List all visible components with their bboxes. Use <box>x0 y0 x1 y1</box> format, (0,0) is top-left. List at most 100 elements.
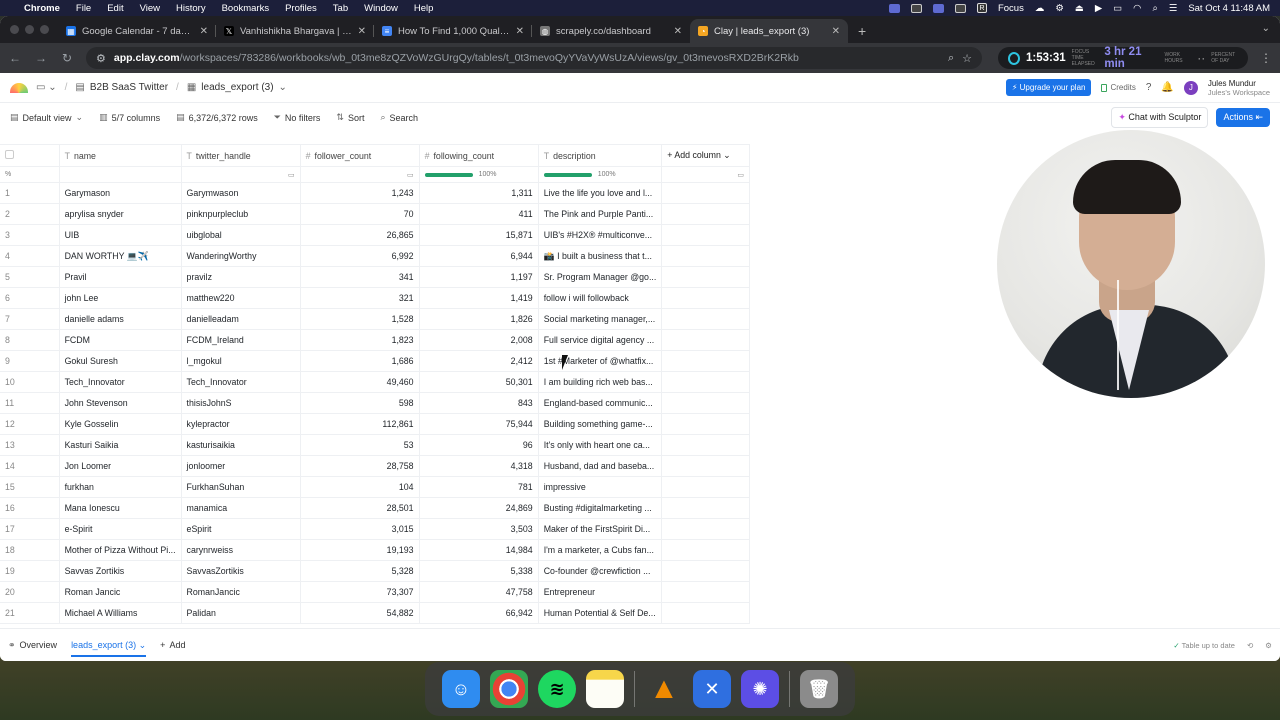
cell-name[interactable]: DAN WORTHY 💻✈️ <box>59 245 182 267</box>
cell-name[interactable]: Roman Jancic <box>59 581 182 603</box>
cell-twitter-handle[interactable]: Palidan <box>181 602 301 624</box>
cell-twitter-handle[interactable]: kasturisaikia <box>181 434 301 456</box>
browser-tab-scrapely[interactable]: ◍ scrapely.co/dashboard ✕ <box>532 19 690 43</box>
rows-button[interactable]: ▤ 6,372/6,372 rows <box>176 112 258 123</box>
select-all-checkbox[interactable] <box>0 144 60 167</box>
table-row[interactable]: 4 DAN WORTHY 💻✈️ WanderingWorthy 6,992 6,944… <box>0 245 750 267</box>
focus-timer-widget[interactable]: 1:53:31 FOCUS TIME ELAPSED 3 hr 21 min W… <box>998 46 1248 70</box>
menubar-datetime[interactable]: Sat Oct 4 11:48 AM <box>1188 3 1270 14</box>
menu-app-name[interactable]: Chrome <box>24 3 60 14</box>
wifi-icon[interactable]: ◠ <box>1133 3 1141 14</box>
cell-follower-count[interactable]: 1,243 <box>300 182 420 204</box>
cell-description[interactable]: 📸 I built a business that t... <box>538 245 663 267</box>
menu-tab[interactable]: Tab <box>333 3 348 14</box>
chrome-menu-icon[interactable]: ⋮ <box>1260 51 1272 65</box>
status-app-icon[interactable] <box>910 3 922 13</box>
cell-name[interactable]: Kasturi Saikia <box>59 434 182 456</box>
cell-twitter-handle[interactable]: RomanJancic <box>181 581 301 603</box>
browser-tab-calendar[interactable]: ▦ Google Calendar - 7 days, st ✕ <box>58 19 216 43</box>
add-column-button[interactable]: + Add column ⌄ <box>661 144 750 167</box>
cell-follower-count[interactable]: 3,015 <box>300 518 420 540</box>
cell-description[interactable]: Live the life you love and l... <box>538 182 663 204</box>
menu-help[interactable]: Help <box>414 3 434 14</box>
cell-description[interactable]: Co-founder @crewfiction ... <box>538 560 663 582</box>
address-bar[interactable]: ⚙ app.clay.com/workspaces/783286/workboo… <box>86 47 982 69</box>
menu-view[interactable]: View <box>140 3 160 14</box>
cell-description[interactable]: I am building rich web bas... <box>538 371 663 393</box>
upload-icon[interactable]: ⏏ <box>1075 3 1084 14</box>
new-tab-button[interactable]: + <box>848 23 876 43</box>
table-row[interactable]: 20 Roman Jancic RomanJancic 73,307 47,758 Ent… <box>0 581 750 603</box>
control-center-icon[interactable]: ☰ <box>1169 3 1178 14</box>
table-row[interactable]: 7 danielle adams danielleadam 1,528 1,826 Soc… <box>0 308 750 330</box>
cell-name[interactable]: Mother of Pizza Without Pi... <box>59 539 182 561</box>
bookmark-star-icon[interactable]: ☆ <box>962 52 972 65</box>
cell-name[interactable]: Jon Loomer <box>59 455 182 477</box>
cell-description[interactable]: Maker of the FirstSpirit Di... <box>538 518 663 540</box>
column-filter-icon[interactable]: ▭ <box>407 171 414 179</box>
focus-label[interactable]: Focus <box>998 3 1024 14</box>
cell-following-count[interactable]: 47,758 <box>419 581 539 603</box>
browser-tab-doc[interactable]: ≡ How To Find 1,000 Qualified ✕ <box>374 19 532 43</box>
cell-description[interactable]: Human Potential & Self De... <box>538 602 663 624</box>
bell-icon[interactable]: 🔔 <box>1161 82 1173 93</box>
webcam-overlay[interactable] <box>997 130 1265 398</box>
table-row[interactable]: 21 Michael A Williams Palidan 54,882 66,942 H… <box>0 602 750 624</box>
cell-following-count[interactable]: 2,412 <box>419 350 539 372</box>
cell-follower-count[interactable]: 321 <box>300 287 420 309</box>
cell-twitter-handle[interactable]: jonloomer <box>181 455 301 477</box>
cell-twitter-handle[interactable]: thisisJohnS <box>181 392 301 414</box>
site-info-icon[interactable]: ⚙ <box>96 52 106 65</box>
cell-name[interactable]: Kyle Gosselin <box>59 413 182 435</box>
cell-follower-count[interactable]: 112,861 <box>300 413 420 435</box>
cell-description[interactable]: Entrepreneur <box>538 581 663 603</box>
cell-follower-count[interactable]: 53 <box>300 434 420 456</box>
cell-twitter-handle[interactable]: Tech_Innovator <box>181 371 301 393</box>
battery-icon[interactable]: ▭ <box>1113 3 1122 14</box>
cell-follower-count[interactable]: 598 <box>300 392 420 414</box>
cell-description[interactable]: Husband, dad and baseba... <box>538 455 663 477</box>
table-row[interactable]: 16 Mana Ionescu manamica 28,501 24,869 Bustin… <box>0 497 750 519</box>
cell-twitter-handle[interactable]: kylepractor <box>181 413 301 435</box>
cell-twitter-handle[interactable]: carynrweiss <box>181 539 301 561</box>
notes-icon[interactable] <box>586 670 624 708</box>
cell-name[interactable]: aprylisa snyder <box>59 203 182 225</box>
table-row[interactable]: 9 Gokul Suresh l_mgokul 1,686 2,412 1st #Mark… <box>0 350 750 372</box>
cell-follower-count[interactable]: 73,307 <box>300 581 420 603</box>
cell-follower-count[interactable]: 104 <box>300 476 420 498</box>
cell-twitter-handle[interactable]: matthew220 <box>181 287 301 309</box>
filters-button[interactable]: ⏷ No filters <box>274 112 321 123</box>
clay-logo-icon[interactable] <box>10 82 28 93</box>
cell-following-count[interactable]: 1,419 <box>419 287 539 309</box>
cell-twitter-handle[interactable]: WanderingWorthy <box>181 245 301 267</box>
breadcrumb-table[interactable]: ▦ leads_export (3) ⌄ <box>187 82 287 93</box>
cell-following-count[interactable]: 15,871 <box>419 224 539 246</box>
cell-follower-count[interactable]: 54,882 <box>300 602 420 624</box>
cell-twitter-handle[interactable]: pinknpurpleclub <box>181 203 301 225</box>
table-row[interactable]: 15 furkhan FurkhanSuhan 104 781 impressive <box>0 476 750 498</box>
cell-description[interactable]: Sr. Program Manager @go... <box>538 266 663 288</box>
cell-name[interactable]: Gokul Suresh <box>59 350 182 372</box>
cell-follower-count[interactable]: 1,528 <box>300 308 420 330</box>
credits-button[interactable]: Credits <box>1101 83 1136 92</box>
cell-follower-count[interactable]: 341 <box>300 266 420 288</box>
cell-following-count[interactable]: 4,318 <box>419 455 539 477</box>
table-row[interactable]: 11 John Stevenson thisisJohnS 598 843 England… <box>0 392 750 414</box>
table-row[interactable]: 17 e-Spirit eSpirit 3,015 3,503 Maker of the … <box>0 518 750 540</box>
add-sheet-button[interactable]: + Add <box>160 640 185 650</box>
table-row[interactable]: 19 Savvas Zortikis SavvasZortikis 5,328 5,33… <box>0 560 750 582</box>
cell-twitter-handle[interactable]: eSpirit <box>181 518 301 540</box>
cell-twitter-handle[interactable]: SavvasZortikis <box>181 560 301 582</box>
cell-description[interactable]: Social marketing manager,... <box>538 308 663 330</box>
cell-name[interactable]: Savvas Zortikis <box>59 560 182 582</box>
close-tab-icon[interactable]: ✕ <box>200 26 208 37</box>
cell-description[interactable]: I'm a marketer, a Cubs fan... <box>538 539 663 561</box>
cell-follower-count[interactable]: 6,992 <box>300 245 420 267</box>
menu-profiles[interactable]: Profiles <box>285 3 317 14</box>
table-row[interactable]: 14 Jon Loomer jonloomer 28,758 4,318 Husband,… <box>0 455 750 477</box>
cell-twitter-handle[interactable]: manamica <box>181 497 301 519</box>
status-app-icon-2[interactable] <box>954 3 966 13</box>
breadcrumb-workbook[interactable]: ▤ B2B SaaS Twitter <box>75 82 168 93</box>
table-row[interactable]: 3 UIB uibglobal 26,865 15,871 UIB's #H2X® #mu… <box>0 224 750 246</box>
cell-description[interactable]: Building something game-... <box>538 413 663 435</box>
